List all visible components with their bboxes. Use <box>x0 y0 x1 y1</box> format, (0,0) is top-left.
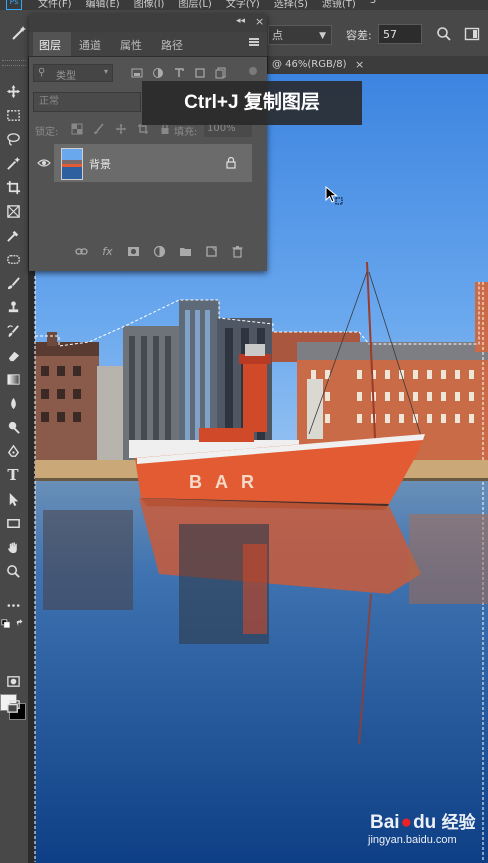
quick-mask-icon[interactable] <box>4 672 22 690</box>
filter-shape-icon[interactable] <box>194 67 206 79</box>
more-tools-icon[interactable] <box>4 596 22 614</box>
caption-text: Ctrl+J 复制图层 <box>184 92 320 113</box>
tolerance-input[interactable]: 57 <box>378 24 422 44</box>
tab-properties[interactable]: 属性 <box>120 37 142 53</box>
hand-tool-icon[interactable] <box>4 538 22 556</box>
svg-text:A: A <box>215 472 228 492</box>
dodge-tool-icon[interactable] <box>4 418 22 436</box>
new-layer-icon[interactable] <box>205 245 218 258</box>
rectangle-tool-icon[interactable] <box>4 514 22 532</box>
pen-tool-icon[interactable] <box>4 442 22 460</box>
workspace-icon[interactable] <box>464 26 480 42</box>
layer-selection-highlight <box>54 144 252 182</box>
menu-filter[interactable]: 滤镜(T) <box>322 0 356 10</box>
menu-type[interactable]: 文字(Y) <box>226 0 260 10</box>
filter-kind-select[interactable]: ⚲ 类型 ▾ <box>33 64 113 82</box>
filter-adjustment-icon[interactable] <box>152 67 164 79</box>
tab-layers[interactable]: 图层 <box>39 37 61 53</box>
eraser-tool-icon[interactable] <box>4 346 22 364</box>
watermark-brand: Bai <box>370 812 400 833</box>
svg-text:R: R <box>241 472 254 492</box>
menu-3d[interactable]: 3 <box>370 0 376 10</box>
blend-mode-select[interactable]: 正常 <box>33 92 141 112</box>
lock-position-icon[interactable] <box>115 123 127 135</box>
tab-channels[interactable]: 通道 <box>79 37 101 53</box>
filter-smart-object-icon[interactable] <box>215 67 227 79</box>
crop-tool-icon[interactable] <box>4 178 22 196</box>
brush-tool-icon[interactable] <box>4 274 22 292</box>
move-tool-icon[interactable] <box>4 82 22 100</box>
path-selection-tool-icon[interactable] <box>4 490 22 508</box>
delete-layer-icon[interactable] <box>231 245 244 258</box>
fx-icon[interactable]: fx <box>101 245 114 258</box>
lock-transparency-icon[interactable] <box>71 123 83 135</box>
filter-pixel-icon[interactable] <box>131 67 143 79</box>
sample-size-select[interactable]: 点 ▼ <box>268 25 332 45</box>
visibility-eye-icon[interactable] <box>37 157 51 169</box>
default-colors-icon[interactable] <box>0 618 12 630</box>
close-icon[interactable]: × <box>355 58 364 71</box>
menu-bar: Ps 文件(F) 编辑(E) 图像(I) 图层(L) 文字(Y) 选择(S) 滤… <box>0 0 488 10</box>
menu-layer[interactable]: 图层(L) <box>178 0 211 10</box>
history-brush-tool-icon[interactable] <box>4 322 22 340</box>
menu-edit[interactable]: 编辑(E) <box>86 0 120 10</box>
tolerance-label: 容差: <box>346 29 372 42</box>
menu-image[interactable]: 图像(I) <box>134 0 165 10</box>
swap-colors-icon[interactable] <box>14 618 26 630</box>
layers-panel: ◂◂ × 图层 通道 属性 路径 ⚲ 类型 ▾ 正常 锁定: 填充: 100% … <box>29 14 267 271</box>
photoshop-logo-icon: Ps <box>6 0 22 10</box>
lock-label: 锁定: <box>35 127 59 138</box>
paw-icon: ● <box>400 812 413 833</box>
filter-toggle[interactable] <box>249 67 257 75</box>
close-icon[interactable]: × <box>255 15 264 28</box>
screen-mode-icon[interactable] <box>4 697 22 715</box>
tools-panel: T <box>0 56 29 863</box>
magic-wand-tool-icon[interactable] <box>4 154 22 172</box>
svg-text:B: B <box>189 472 202 492</box>
lock-icon <box>226 157 236 169</box>
document-title: @ 46%(RGB/8) <box>272 59 347 70</box>
blur-tool-icon[interactable] <box>4 394 22 412</box>
clone-stamp-tool-icon[interactable] <box>4 298 22 316</box>
menu-select[interactable]: 选择(S) <box>274 0 308 10</box>
adjustment-layer-icon[interactable] <box>153 245 166 258</box>
tab-paths[interactable]: 路径 <box>161 37 183 53</box>
search-icon[interactable] <box>436 26 452 42</box>
watermark-brand-suffix: du <box>413 812 437 833</box>
eyedropper-tool-icon[interactable] <box>4 226 22 244</box>
lock-pixels-icon[interactable] <box>93 123 105 135</box>
mouse-cursor-icon <box>325 186 343 205</box>
panel-title-strip[interactable]: ◂◂ × <box>29 14 267 32</box>
healing-brush-tool-icon[interactable] <box>4 250 22 268</box>
collapse-icon[interactable]: ◂◂ <box>236 16 245 26</box>
baidu-jingyan-watermark: Bai●du 经验 jingyan.baidu.com <box>366 806 484 854</box>
filter-type-icon[interactable] <box>173 67 185 79</box>
lasso-tool-icon[interactable] <box>4 130 22 148</box>
zoom-tool-icon[interactable] <box>4 562 22 580</box>
document-tab[interactable]: @ 46%(RGB/8) × <box>268 56 488 75</box>
menu-file[interactable]: 文件(F) <box>38 0 72 10</box>
layer-name[interactable]: 背景 <box>89 156 111 172</box>
layer-row-background[interactable]: 背景 <box>29 144 267 182</box>
frame-tool-icon[interactable] <box>4 202 22 220</box>
watermark-product: 经验 <box>441 813 476 832</box>
type-tool-icon[interactable]: T <box>4 466 22 484</box>
chevron-down-icon: ▾ <box>103 67 108 76</box>
search-icon: ⚲ <box>38 67 46 78</box>
gradient-tool-icon[interactable] <box>4 370 22 388</box>
link-layers-icon[interactable] <box>75 245 88 258</box>
magic-wand-icon[interactable] <box>10 24 28 42</box>
fill-label: 填充: <box>174 127 198 138</box>
new-group-icon[interactable] <box>179 245 192 258</box>
shortcut-caption: Ctrl+J 复制图层 <box>142 81 362 125</box>
marquee-tool-icon[interactable] <box>4 106 22 124</box>
watermark-url: jingyan.baidu.com <box>368 834 457 846</box>
layer-thumbnail <box>61 148 83 180</box>
panel-grip[interactable] <box>2 60 26 66</box>
panel-footer: fx <box>29 240 267 264</box>
panel-menu-icon[interactable] <box>249 38 259 46</box>
chevron-down-icon: ▼ <box>319 31 326 41</box>
add-mask-icon[interactable] <box>127 245 140 258</box>
panel-tabs: 图层 通道 属性 路径 <box>29 32 267 57</box>
